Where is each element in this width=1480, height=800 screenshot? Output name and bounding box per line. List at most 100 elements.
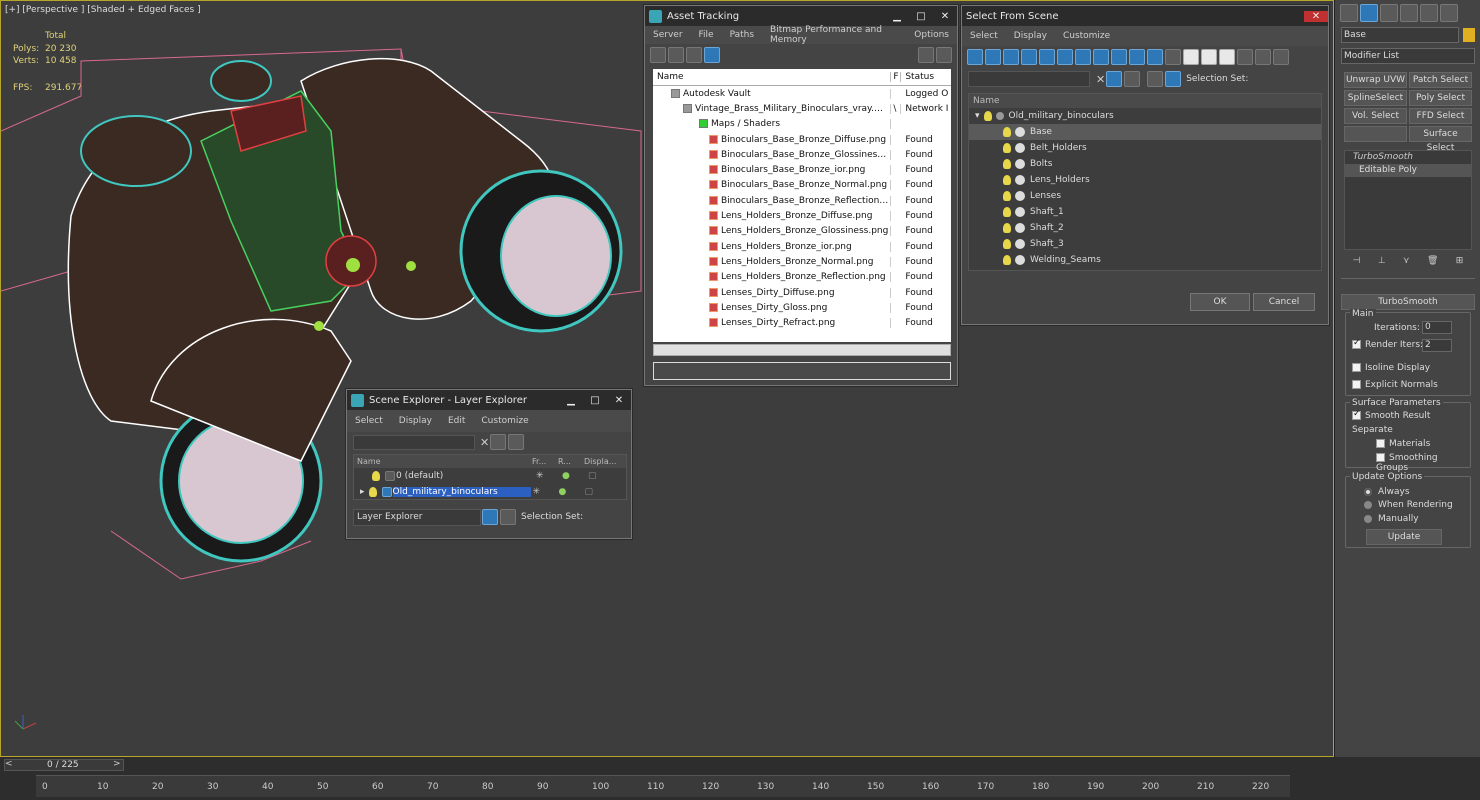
- modify-tab-icon[interactable]: [1360, 4, 1378, 22]
- explorer-dropdown[interactable]: Layer Explorer: [353, 508, 481, 526]
- max-file-row[interactable]: Vintage_Brass_Military_Binoculars_vray.m…: [653, 101, 951, 117]
- filter-spacewarps-icon[interactable]: [1057, 49, 1073, 65]
- remove-modifier-icon[interactable]: 🗑: [1427, 256, 1438, 266]
- sfs-col-name[interactable]: Name: [969, 94, 1321, 108]
- lightbulb-icon[interactable]: [1003, 207, 1011, 217]
- asset-row[interactable]: Lens_Holders_Bronze_Reflection.png Found: [653, 269, 951, 285]
- lightbulb-icon[interactable]: [1003, 239, 1011, 249]
- sfs-menu-select[interactable]: Select: [962, 31, 1006, 41]
- pin-stack-icon[interactable]: ⊣: [1353, 256, 1361, 266]
- asset-row[interactable]: Lenses_Dirty_Gloss.png Found: [653, 300, 951, 316]
- maximize-icon[interactable]: □: [909, 11, 933, 22]
- clear-search-icon[interactable]: ✕: [480, 436, 489, 449]
- modifier-button[interactable]: SplineSelect: [1344, 90, 1407, 106]
- sfs-object-row[interactable]: Shaft_3: [969, 236, 1321, 252]
- display-box-icon[interactable]: ▢: [588, 471, 597, 481]
- close-icon[interactable]: ✕: [1304, 10, 1328, 22]
- select-none-icon[interactable]: [1201, 49, 1217, 65]
- filter-frozen-icon[interactable]: [1147, 49, 1163, 65]
- lightbulb-icon[interactable]: [983, 111, 992, 121]
- filter-groups-icon[interactable]: [1075, 49, 1091, 65]
- menu-bitmap-performance[interactable]: Bitmap Performance and Memory: [762, 25, 906, 45]
- asset-row[interactable]: Binoculars_Base_Bronze_Diffuse.png Found: [653, 131, 951, 148]
- modifier-button[interactable]: FFD Select: [1409, 108, 1472, 124]
- sfs-search-input[interactable]: [968, 71, 1090, 87]
- asset-row[interactable]: Binoculars_Base_Bronze_Glossiness.p... Fo…: [653, 147, 951, 163]
- lightbulb-icon[interactable]: [1003, 143, 1011, 153]
- filter-bones-icon[interactable]: [1111, 49, 1127, 65]
- when-rendering-row[interactable]: When Rendering: [1364, 500, 1453, 510]
- table-icon[interactable]: [704, 47, 720, 63]
- menu-options[interactable]: Options: [906, 30, 957, 40]
- se-search-input[interactable]: [353, 434, 475, 450]
- se-menu-edit[interactable]: Edit: [440, 416, 473, 426]
- configure-sets-icon[interactable]: ⊞: [1456, 256, 1464, 266]
- track-bar[interactable]: 0 10 20 30 40 50 60 70 80 90 100 110 120 130 140 150 160…: [36, 775, 1290, 797]
- se-menu-select[interactable]: Select: [347, 416, 391, 426]
- lightbulb-icon[interactable]: [1003, 223, 1011, 233]
- col-f-header[interactable]: F: [891, 72, 902, 82]
- modifier-button[interactable]: Patch Select: [1409, 72, 1472, 88]
- ok-button[interactable]: OK: [1190, 293, 1250, 311]
- lightbulb-icon[interactable]: [372, 471, 380, 481]
- hierarchy-tab-icon[interactable]: [1380, 4, 1398, 22]
- object-color-swatch[interactable]: [1463, 28, 1475, 42]
- modifier-button[interactable]: Unwrap UVW: [1344, 72, 1407, 88]
- isoline-checkbox[interactable]: [1352, 363, 1361, 372]
- find-case-icon[interactable]: [1106, 71, 1123, 87]
- smoothing-groups-checkbox[interactable]: [1376, 453, 1385, 462]
- asset-row[interactable]: Binoculars_Base_Bronze_Reflection.p... Fo…: [653, 193, 951, 209]
- asset-row[interactable]: Lens_Holders_Bronze_Diffuse.png Found: [653, 208, 951, 224]
- explicit-normals-row[interactable]: Explicit Normals: [1352, 380, 1438, 390]
- asset-row[interactable]: Lens_Holders_Bronze_ior.png Found: [653, 238, 951, 255]
- help-icon[interactable]: [918, 47, 934, 63]
- make-unique-icon[interactable]: ⋎: [1403, 256, 1410, 266]
- select-invert-icon[interactable]: [1219, 49, 1235, 65]
- sfs-root-row[interactable]: ▾ Old_military_binoculars: [969, 108, 1321, 124]
- lightbulb-icon[interactable]: [1003, 159, 1011, 169]
- utilities-tab-icon[interactable]: [1440, 4, 1458, 22]
- asset-row[interactable]: Lens_Holders_Bronze_Normal.png Found: [653, 254, 951, 270]
- filter-geometry-icon[interactable]: [967, 49, 983, 65]
- asset-row[interactable]: Lens_Holders_Bronze_Glossiness.png Found: [653, 223, 951, 239]
- asset-row[interactable]: Lenses_Dirty_Diffuse.png Found: [653, 284, 951, 301]
- time-slider[interactable]: < 0 / 225 >: [4, 759, 124, 771]
- modifier-button[interactable]: Vol. Select: [1344, 108, 1407, 124]
- asset-row[interactable]: Binoculars_Base_Bronze_ior.png Found: [653, 162, 951, 178]
- minimize-icon[interactable]: ▁: [885, 11, 909, 22]
- sfs-object-row[interactable]: Base: [969, 124, 1321, 140]
- smooth-result-checkbox[interactable]: [1352, 409, 1361, 420]
- lightbulb-icon[interactable]: [1003, 191, 1011, 201]
- col-name-header[interactable]: Name: [653, 72, 892, 82]
- maps-folder-row[interactable]: Maps / Shaders: [653, 116, 951, 132]
- filter-all-icon[interactable]: [1165, 49, 1181, 65]
- layers-icon[interactable]: [508, 434, 525, 450]
- se-layer-binoculars[interactable]: ▸ Old_military_binoculars ✳ ● ▢: [354, 484, 626, 500]
- filter-helpers-icon[interactable]: [1039, 49, 1055, 65]
- sfs-menu-customize[interactable]: Customize: [1055, 31, 1118, 41]
- manually-row[interactable]: Manually: [1364, 514, 1419, 524]
- se-col-name[interactable]: Name: [354, 455, 532, 468]
- next-frame-icon[interactable]: >: [113, 759, 121, 769]
- render-teapot-icon[interactable]: ●: [559, 487, 585, 497]
- horizontal-scrollbar[interactable]: [653, 344, 951, 356]
- se-menu-display[interactable]: Display: [391, 416, 440, 426]
- se-menu-customize[interactable]: Customize: [473, 416, 536, 426]
- maximize-icon[interactable]: □: [583, 395, 607, 406]
- menu-file[interactable]: File: [691, 30, 722, 40]
- sfs-menu-display[interactable]: Display: [1006, 31, 1055, 41]
- sfs-object-row[interactable]: Belt_Holders: [969, 140, 1321, 156]
- path-field[interactable]: [653, 362, 951, 380]
- sfs-object-row[interactable]: Lens_Holders: [969, 172, 1321, 188]
- find-icon[interactable]: [1124, 71, 1141, 87]
- asset-tracking-window[interactable]: Asset Tracking ▁ □ ✕ Server File Paths B…: [644, 5, 958, 386]
- settings-icon[interactable]: [936, 47, 952, 63]
- filter-lights-icon[interactable]: [1003, 49, 1019, 65]
- sort-icon[interactable]: [1273, 49, 1289, 65]
- modifier-button[interactable]: [1344, 126, 1407, 142]
- layers-icon[interactable]: [1147, 71, 1164, 87]
- sfs-object-row[interactable]: Shaft_1: [969, 204, 1321, 220]
- materials-checkbox[interactable]: [1376, 439, 1385, 448]
- se-col-render[interactable]: R...: [558, 455, 584, 468]
- refresh-icon[interactable]: [650, 47, 666, 63]
